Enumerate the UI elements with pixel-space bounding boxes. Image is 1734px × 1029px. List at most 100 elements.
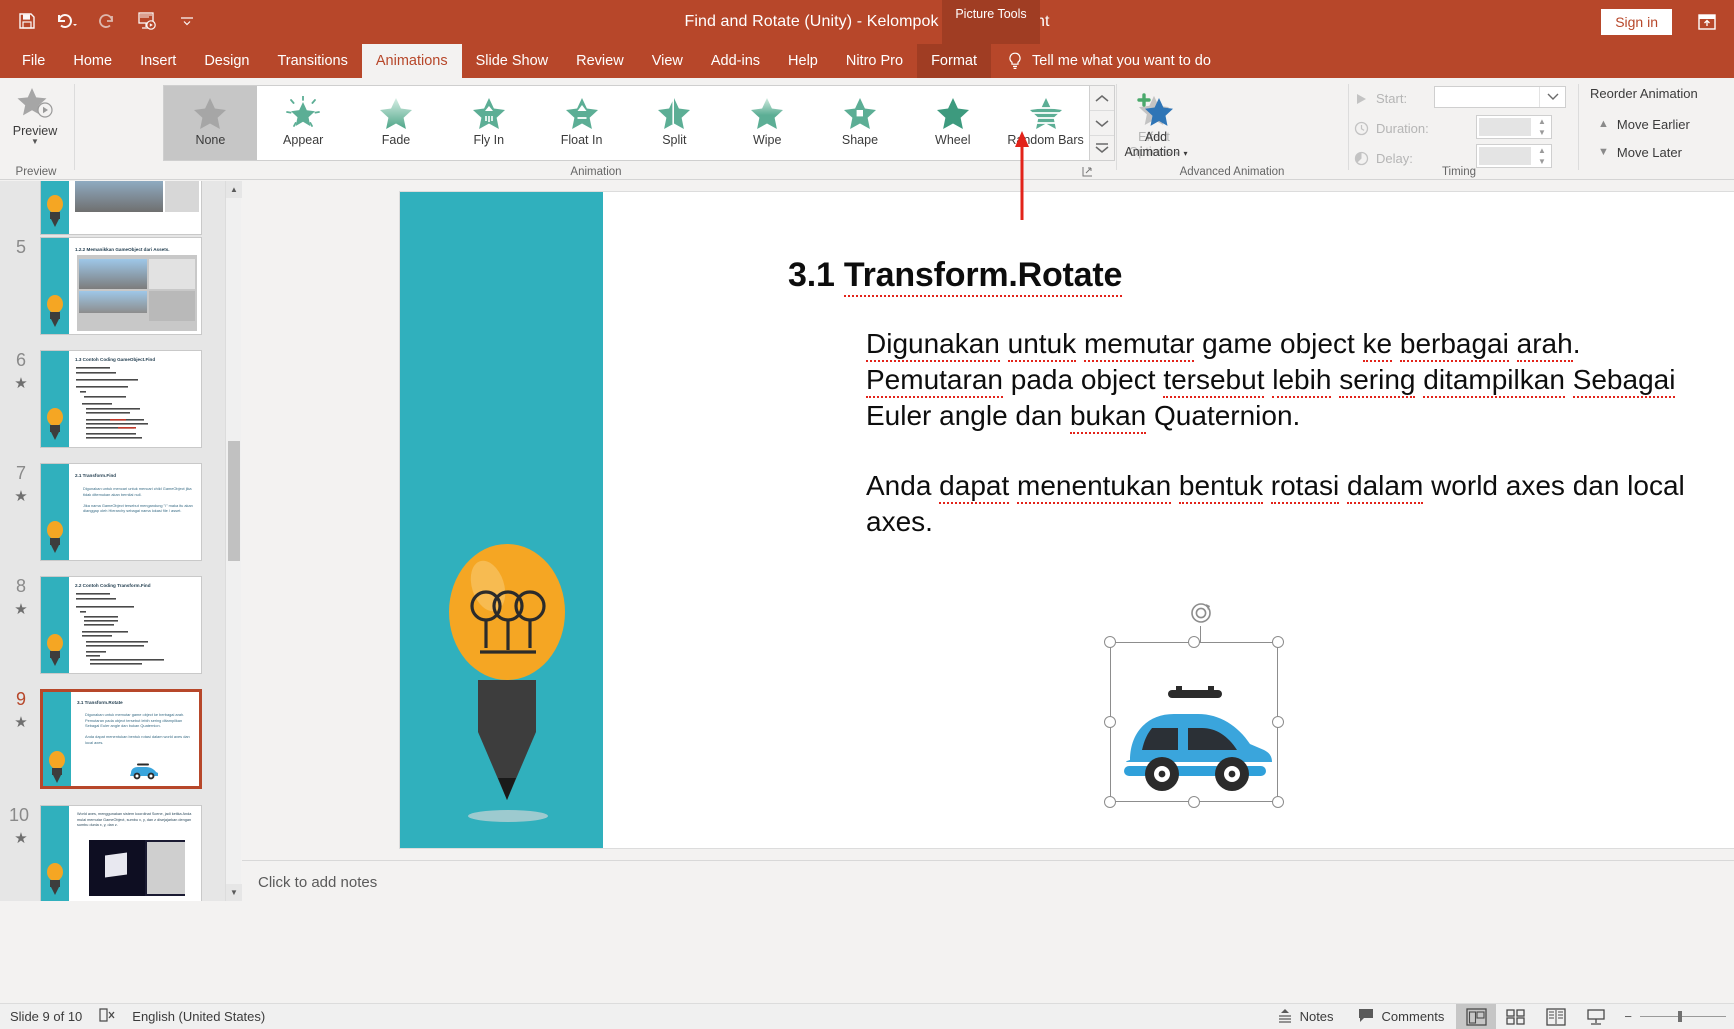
gallery-more-button[interactable]	[1090, 135, 1114, 160]
slide-thumbnail-pane[interactable]: 5 1.2.2 Memanikkan GameObject dari Asset…	[0, 181, 225, 901]
duration-row: Duration:	[1352, 116, 1429, 141]
thumbnail-scrollbar[interactable]: ▲ ▼	[225, 181, 242, 901]
resize-handle-n[interactable]	[1188, 636, 1200, 648]
slide-counter[interactable]: Slide 9 of 10	[10, 1009, 82, 1024]
thumbnail-image[interactable]	[40, 181, 202, 235]
sign-in-button[interactable]: Sign in	[1601, 9, 1672, 35]
save-icon[interactable]	[14, 8, 40, 34]
thumbnail-image[interactable]: 2.1 Transform.Find Digunakan untuk menca…	[40, 463, 202, 561]
text-run: Euler angle dan	[866, 400, 1070, 431]
play-triangle-icon	[1352, 90, 1370, 108]
tab-insert[interactable]: Insert	[126, 44, 190, 78]
view-normal-button[interactable]	[1456, 1003, 1497, 1029]
language-indicator[interactable]: English (United States)	[132, 1009, 265, 1024]
spellcheck-run: bentuk	[1178, 470, 1263, 504]
move-earlier-button[interactable]: ▲ Move Earlier	[1598, 112, 1690, 136]
preview-button[interactable]: Preview ▼	[4, 82, 66, 160]
duration-spinner[interactable]: ▲ ▼	[1476, 115, 1552, 139]
tab-transitions[interactable]: Transitions	[263, 44, 361, 78]
thumbnail-number: 8	[15, 576, 26, 596]
tab-nitro-pro[interactable]: Nitro Pro	[832, 44, 917, 78]
group-separator	[74, 84, 75, 170]
group-separator	[1578, 84, 1579, 170]
notes-pane[interactable]: Click to add notes	[242, 860, 1734, 905]
thumbnail-image[interactable]: 1.3 Contoh Coding GameObject.Find	[40, 350, 202, 448]
view-slide-sorter-button[interactable]	[1496, 1004, 1536, 1029]
resize-handle-ne[interactable]	[1272, 636, 1284, 648]
star-fade-icon	[376, 93, 416, 133]
chevron-down-icon[interactable]: ▼	[31, 138, 39, 146]
move-later-button[interactable]: ▼ Move Later	[1598, 140, 1682, 164]
slide-editing-area[interactable]: 3.1 Transform.Rotate Digunakan untuk mem…	[242, 181, 1734, 1013]
tab-file[interactable]: File	[8, 44, 59, 78]
gallery-scroll-up-button[interactable]	[1090, 86, 1114, 110]
current-slide[interactable]: 3.1 Transform.Rotate Digunakan untuk mem…	[399, 191, 1734, 849]
add-animation-button[interactable]: Add Animation ▾	[1120, 84, 1192, 170]
duration-stepper[interactable]: ▲ ▼	[1533, 116, 1551, 138]
animation-dialog-launcher[interactable]	[1082, 166, 1094, 178]
tab-home[interactable]: Home	[59, 44, 126, 78]
clock-icon	[1352, 120, 1370, 138]
animation-fade[interactable]: Fade	[350, 86, 443, 160]
delay-stepper[interactable]: ▲ ▼	[1533, 145, 1551, 167]
animation-float-in[interactable]: Float In	[535, 86, 628, 160]
start-presentation-icon[interactable]	[134, 8, 160, 34]
thumbnail-image[interactable]: 1.2.2 Memanikkan GameObject dari Assets.	[40, 237, 202, 335]
animation-star-icon: ★	[14, 375, 28, 392]
selected-picture-car[interactable]	[1104, 603, 1284, 808]
zoom-slider[interactable]	[1640, 1011, 1726, 1022]
resize-handle-s[interactable]	[1188, 796, 1200, 808]
view-reading-button[interactable]	[1536, 1004, 1576, 1029]
zoom-out-button[interactable]: −	[1616, 1009, 1640, 1024]
view-slide-show-button[interactable]	[1576, 1004, 1616, 1029]
ribbon-display-options-icon[interactable]	[1694, 10, 1720, 34]
delay-spinner[interactable]: ▲ ▼	[1476, 144, 1552, 168]
tab-review[interactable]: Review	[562, 44, 638, 78]
resize-handle-se[interactable]	[1272, 796, 1284, 808]
spellcheck-run: menentukan	[1017, 470, 1172, 504]
start-dropdown[interactable]	[1434, 86, 1566, 108]
resize-handle-w[interactable]	[1104, 716, 1116, 728]
tab-view[interactable]: View	[638, 44, 697, 78]
chevron-down-icon[interactable]	[1539, 87, 1565, 107]
animation-appear[interactable]: Appear	[257, 86, 350, 160]
animation-gallery[interactable]: None Appear Fade Fly In Float In Split W…	[163, 85, 1093, 161]
tab-add-ins[interactable]: Add-ins	[697, 44, 774, 78]
animation-shape[interactable]: Shape	[814, 86, 907, 160]
animation-split[interactable]: Split	[628, 86, 721, 160]
thumbnail-number: 5	[15, 237, 26, 257]
tab-help[interactable]: Help	[774, 44, 832, 78]
spellcheck-run: berbagai	[1399, 328, 1509, 362]
undo-icon[interactable]	[54, 8, 80, 34]
notes-button[interactable]: Notes	[1265, 1004, 1346, 1029]
slide-body-text[interactable]: Digunakan untuk memutar game object ke b…	[866, 326, 1696, 540]
zoom-slider-knob[interactable]	[1678, 1011, 1682, 1022]
scroll-up-arrow-icon[interactable]: ▲	[226, 181, 242, 198]
thumbnail-number: 6	[15, 350, 26, 370]
tell-me-search[interactable]: Tell me what you want to do	[991, 44, 1227, 78]
thumbnail-image-selected[interactable]: 3.1 Transform.Rotate Digunakan untuk mem…	[40, 689, 202, 789]
tab-animations[interactable]: Animations	[361, 44, 462, 78]
tab-slide-show[interactable]: Slide Show	[462, 44, 563, 78]
thumbnail-image[interactable]: 2.2 Contoh Coding Transform.Find	[40, 576, 202, 674]
thumbnail-image[interactable]: World axes, menggunakan sistem koordinat…	[40, 805, 202, 901]
animation-wheel[interactable]: Wheel	[906, 86, 999, 160]
animation-fly-in[interactable]: Fly In	[442, 86, 535, 160]
customize-qat-icon[interactable]	[174, 8, 200, 34]
redo-icon[interactable]	[94, 8, 120, 34]
spellcheck-icon[interactable]	[98, 1007, 116, 1026]
animation-wipe[interactable]: Wipe	[721, 86, 814, 160]
thumbnail-body: World axes, menggunakan sistem koordinat…	[77, 812, 192, 828]
tab-design[interactable]: Design	[190, 44, 263, 78]
scroll-down-arrow-icon[interactable]: ▼	[226, 884, 242, 901]
comments-button[interactable]: Comments	[1346, 1004, 1457, 1029]
resize-handle-nw[interactable]	[1104, 636, 1116, 648]
tab-format[interactable]: Format	[917, 44, 991, 78]
resize-handle-sw[interactable]	[1104, 796, 1116, 808]
gallery-scroll-down-button[interactable]	[1090, 110, 1114, 135]
text-run: Anda	[866, 470, 940, 501]
scrollbar-thumb[interactable]	[228, 441, 240, 561]
slide-title[interactable]: 3.1 Transform.Rotate	[788, 256, 1122, 297]
animation-none[interactable]: None	[164, 86, 257, 160]
rotate-handle-icon[interactable]	[1188, 600, 1214, 626]
